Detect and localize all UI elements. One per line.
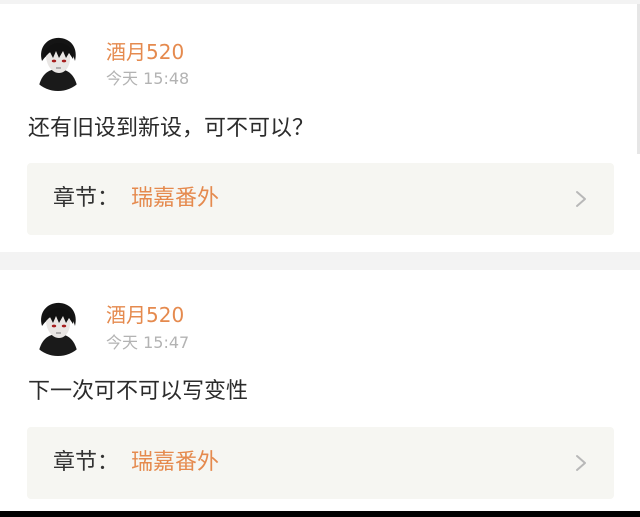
chapter-link[interactable]: 章节： 瑞嘉番外 [27,427,614,499]
avatar-illustration-icon [28,31,88,91]
comment-card: 酒月520 今天 15:48 还有旧设到新设，可不可以？ 章节： 瑞嘉番外 [0,4,640,252]
comment-text: 还有旧设到新设，可不可以？ [28,116,315,141]
avatar-illustration-icon [28,296,88,356]
username[interactable]: 酒月520 [106,303,184,327]
user-avatar[interactable] [28,296,88,356]
comment-text: 下一次可不可以写变性 [28,379,249,404]
comment-feed: 酒月520 今天 15:48 还有旧设到新设，可不可以？ 章节： 瑞嘉番外 酒月 [0,0,640,517]
chapter-name: 瑞嘉番外 [131,186,220,211]
comment-time: 今天 15:47 [106,333,190,352]
chevron-right-icon [576,191,586,207]
username[interactable]: 酒月520 [106,40,184,64]
chapter-prefix-label: 章节： [53,186,120,211]
chevron-right-icon [576,455,586,471]
chapter-link[interactable]: 章节： 瑞嘉番外 [27,163,614,235]
bottom-edge-bar [0,511,640,517]
comment-time: 今天 15:48 [106,69,190,88]
chapter-prefix-label: 章节： [53,450,120,475]
chapter-name: 瑞嘉番外 [131,450,220,475]
comment-card: 酒月520 今天 15:47 下一次可不可以写变性 章节： 瑞嘉番外 [0,270,640,517]
user-avatar[interactable] [28,31,88,91]
